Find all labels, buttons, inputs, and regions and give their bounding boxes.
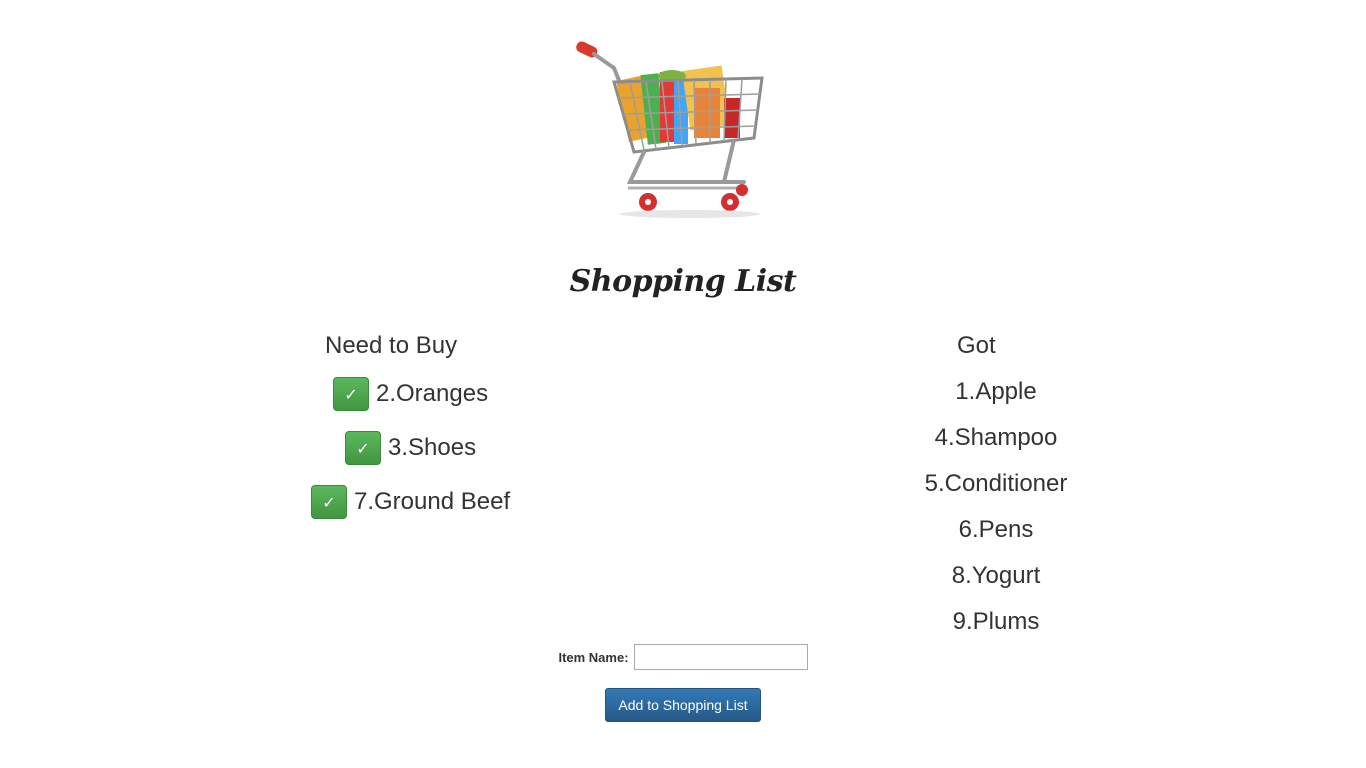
need-item-label: 7.Ground Beef bbox=[354, 488, 511, 515]
got-item: 8.Yogurt bbox=[951, 562, 1041, 589]
got-item: 5.Conditioner bbox=[924, 470, 1068, 497]
check-icon[interactable]: ✓ bbox=[311, 485, 347, 519]
need-item: ✓ 7.Ground Beef bbox=[311, 484, 510, 520]
shopping-list-page: Shopping List Need to Buy ✓ 2.Oranges ✓ … bbox=[0, 0, 1366, 768]
add-item-form: Item Name: bbox=[0, 644, 1366, 670]
need-item-label: 2.Oranges bbox=[376, 380, 489, 407]
need-item: ✓ 2.Oranges bbox=[333, 376, 488, 412]
shopping-cart-icon bbox=[576, 41, 764, 218]
item-name-input[interactable] bbox=[633, 644, 808, 670]
need-to-buy-heading: Need to Buy bbox=[325, 332, 458, 359]
page-title: Shopping List bbox=[569, 264, 797, 299]
check-icon[interactable]: ✓ bbox=[333, 377, 369, 411]
got-column: Got 1.Apple 4.Shampoo 5.Conditioner 6.Pe… bbox=[796, 330, 1196, 635]
check-icon[interactable]: ✓ bbox=[345, 431, 381, 465]
need-to-buy-column: Need to Buy ✓ 2.Oranges ✓ 3.Shoes ✓ 7.Gr… bbox=[190, 330, 590, 519]
got-item: 6.Pens bbox=[958, 516, 1034, 543]
got-item: 4.Shampoo bbox=[934, 424, 1058, 451]
got-list: 1.Apple 4.Shampoo 5.Conditioner 6.Pens 8… bbox=[796, 376, 1196, 652]
item-name-label: Item Name: bbox=[558, 649, 629, 665]
need-item-label: 3.Shoes bbox=[388, 434, 477, 461]
need-item: ✓ 3.Shoes bbox=[345, 430, 476, 466]
got-item: 1.Apple bbox=[955, 378, 1037, 405]
got-heading: Got bbox=[957, 332, 996, 359]
add-to-shopping-list-button[interactable]: Add to Shopping List bbox=[605, 688, 761, 722]
got-item: 9.Plums bbox=[952, 608, 1040, 635]
